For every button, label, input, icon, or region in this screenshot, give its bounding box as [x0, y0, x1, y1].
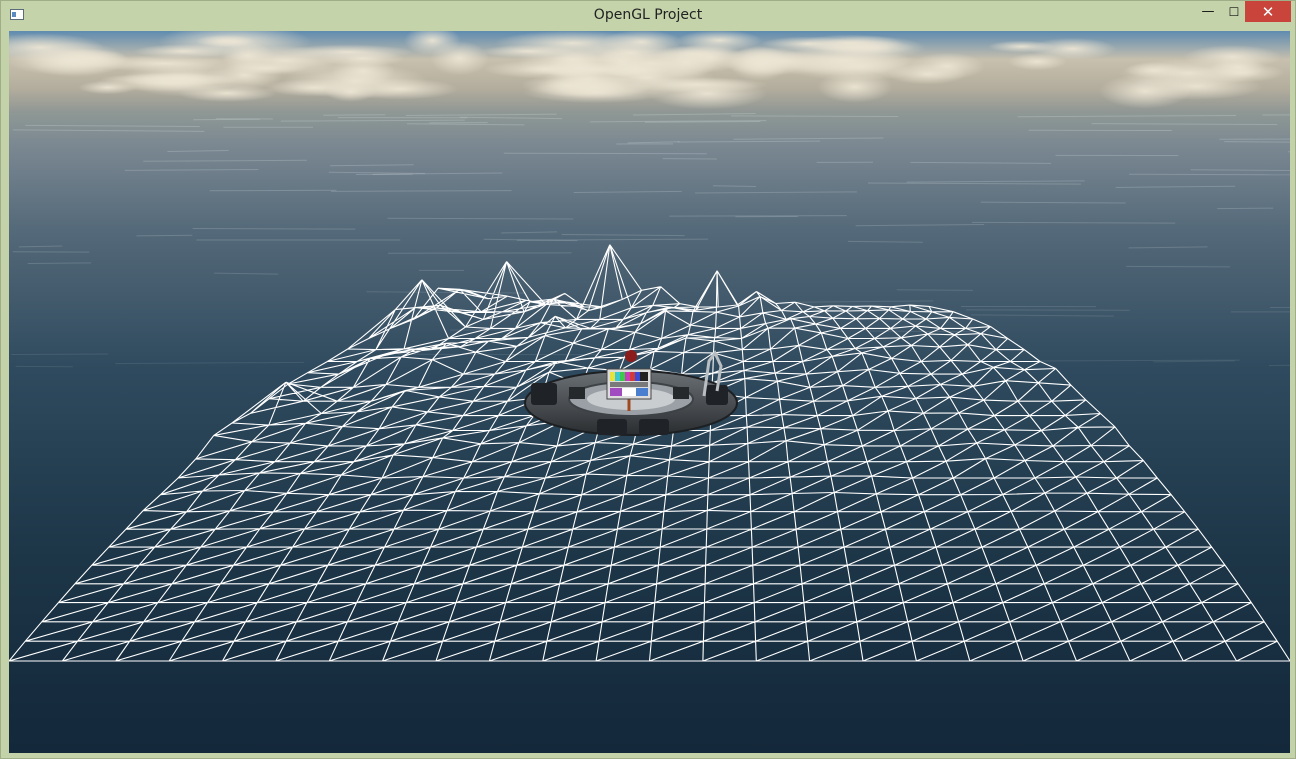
wave-streak — [731, 115, 899, 118]
maximize-button[interactable]: ☐ — [1221, 1, 1247, 22]
scene-canvas — [9, 31, 1290, 753]
cloud-puff — [1197, 62, 1285, 83]
title-bar[interactable]: OpenGL Project — ☐ ✕ — [1, 1, 1295, 31]
cloud-puff — [330, 56, 396, 86]
wave-streak — [896, 289, 974, 291]
cloud-puff — [790, 39, 916, 56]
cloud-puff — [647, 77, 768, 110]
wave-streak — [209, 189, 337, 192]
wave-streak — [136, 234, 193, 237]
maximize-icon: ☐ — [1228, 4, 1240, 19]
close-button[interactable]: ✕ — [1245, 1, 1291, 22]
minimize-icon: — — [1201, 4, 1215, 19]
close-icon: ✕ — [1261, 2, 1275, 21]
wave-streak — [972, 221, 1176, 224]
opengl-viewport[interactable] — [9, 31, 1290, 753]
minimize-button[interactable]: — — [1195, 1, 1221, 22]
wave-streak — [323, 114, 386, 116]
application-window: OpenGL Project — ☐ ✕ — [0, 0, 1296, 759]
cloud-puff — [123, 61, 239, 97]
cloud-puff — [518, 62, 668, 77]
wave-streak — [27, 262, 92, 264]
cloud-puff — [909, 52, 985, 80]
cloud-puff — [481, 44, 575, 58]
wave-streak — [192, 227, 356, 230]
wave-streak — [1129, 173, 1290, 176]
window-title: OpenGL Project — [593, 7, 703, 23]
cloud-puff — [24, 41, 126, 78]
wave-streak — [1224, 141, 1290, 143]
wave-streak — [503, 152, 707, 155]
cloud-puff — [1007, 53, 1067, 71]
color-test-pattern-sign — [606, 368, 652, 400]
wave-streak — [11, 353, 109, 356]
cloud-puff — [652, 45, 741, 64]
